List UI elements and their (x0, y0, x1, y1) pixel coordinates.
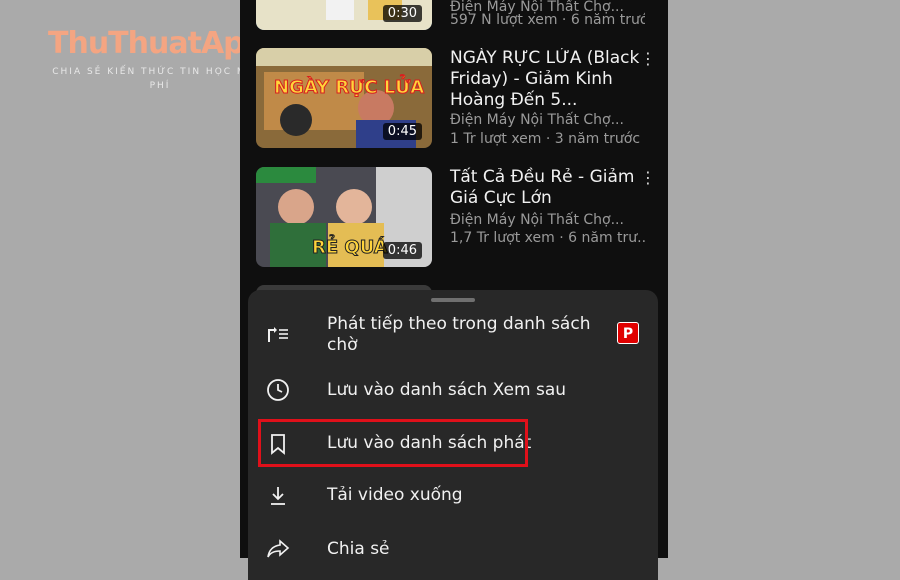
menu-item-label: Phát tiếp theo trong danh sách chờ (327, 314, 591, 355)
drag-handle[interactable] (431, 298, 475, 302)
video-channel: Điện Máy Nội Thất Chợ... (450, 212, 624, 228)
video-duration: 0:46 (382, 242, 422, 259)
video-meta: 597 N lượt xem · 6 năm trước (450, 12, 645, 28)
video-item[interactable]: 0:30 Điện Máy Nội Thất Chợ... 597 N lượt… (240, 0, 668, 30)
menu-item-download[interactable]: Tải video xuống (248, 472, 658, 520)
download-icon (271, 487, 285, 505)
menu-item-label: Chia sẻ (327, 539, 390, 559)
queue-next-icon (268, 327, 288, 342)
clock-icon (267, 379, 289, 401)
video-title[interactable]: NGÀY RỰC LỬA (Black Friday) - Giảm Kinh … (450, 48, 640, 111)
video-channel: Điện Máy Nội Thất Chợ... (450, 112, 624, 128)
video-item[interactable]: RẺ QUÁ 0:46 Tất Cả Đều Rẻ - Giảm Giá Cực… (240, 167, 668, 267)
thumbnail-text: NGÀY RỰC LỬA (274, 74, 424, 98)
menu-item-watch-later[interactable]: Lưu vào danh sách Xem sau (248, 368, 658, 416)
video-duration: 0:30 (382, 5, 422, 22)
menu-item-play-next[interactable]: Phát tiếp theo trong danh sách chờ P (248, 312, 658, 368)
menu-item-share[interactable]: Chia sẻ (248, 526, 658, 574)
menu-item-label: Tải video xuống (327, 485, 463, 505)
video-thumbnail[interactable]: 0:30 (256, 0, 432, 30)
video-meta: 1,7 Tr lượt xem · 6 năm trư... (450, 230, 645, 246)
menu-item-label: Lưu vào danh sách Xem sau (327, 380, 567, 400)
video-duration: 0:45 (382, 123, 422, 140)
more-options-icon[interactable]: ⋮ (640, 50, 656, 68)
share-icon (267, 539, 290, 558)
video-thumbnail[interactable]: RẺ QUÁ 0:46 (256, 167, 432, 267)
thumbnail-text: RẺ QUÁ (312, 235, 388, 258)
video-item[interactable]: NGÀY RỰC LỬA 0:45 NGÀY RỰC LỬA (Black Fr… (240, 48, 668, 148)
video-meta: 1 Tr lượt xem · 3 năm trước (450, 131, 641, 147)
video-thumbnail[interactable]: NGÀY RỰC LỬA 0:45 (256, 48, 432, 148)
premium-badge: P (617, 322, 639, 344)
video-title[interactable]: Tất Cả Đều Rẻ - Giảm Giá Cực Lớn (450, 167, 640, 209)
highlight-box (258, 419, 528, 467)
more-options-icon[interactable]: ⋮ (640, 169, 656, 187)
